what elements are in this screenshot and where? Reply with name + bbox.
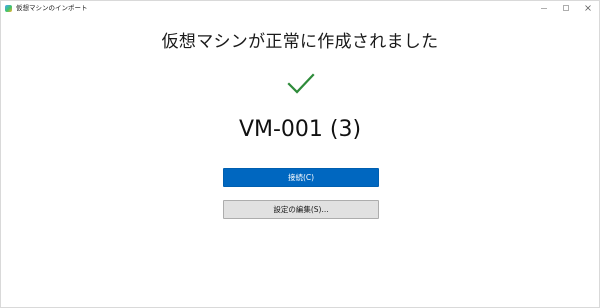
vm-name-label: VM-001 (3) [238,117,362,142]
window-controls [533,1,599,15]
maximize-icon [563,5,569,11]
app-icon [5,4,12,12]
window-title: 仮想マシンのインポート [16,4,88,12]
connect-button[interactable]: 接続(C) [223,168,379,187]
main-content: 仮想マシンが正常に作成されました VM-001 (3) 接続(C) 設定の編集(… [1,15,599,308]
close-icon [585,5,591,11]
close-button[interactable] [577,1,599,15]
maximize-button[interactable] [555,1,577,15]
minimize-icon [541,8,547,9]
minimize-button[interactable] [533,1,555,15]
edit-settings-button[interactable]: 設定の編集(S)... [223,200,379,219]
success-heading: 仮想マシンが正常に作成されました [161,32,439,52]
import-vm-window: 仮想マシンのインポート 仮想マシンが正常に作成されました VM-001 (3) … [0,0,600,308]
checkmark-icon [287,73,315,94]
title-bar[interactable]: 仮想マシンのインポート [1,1,599,15]
